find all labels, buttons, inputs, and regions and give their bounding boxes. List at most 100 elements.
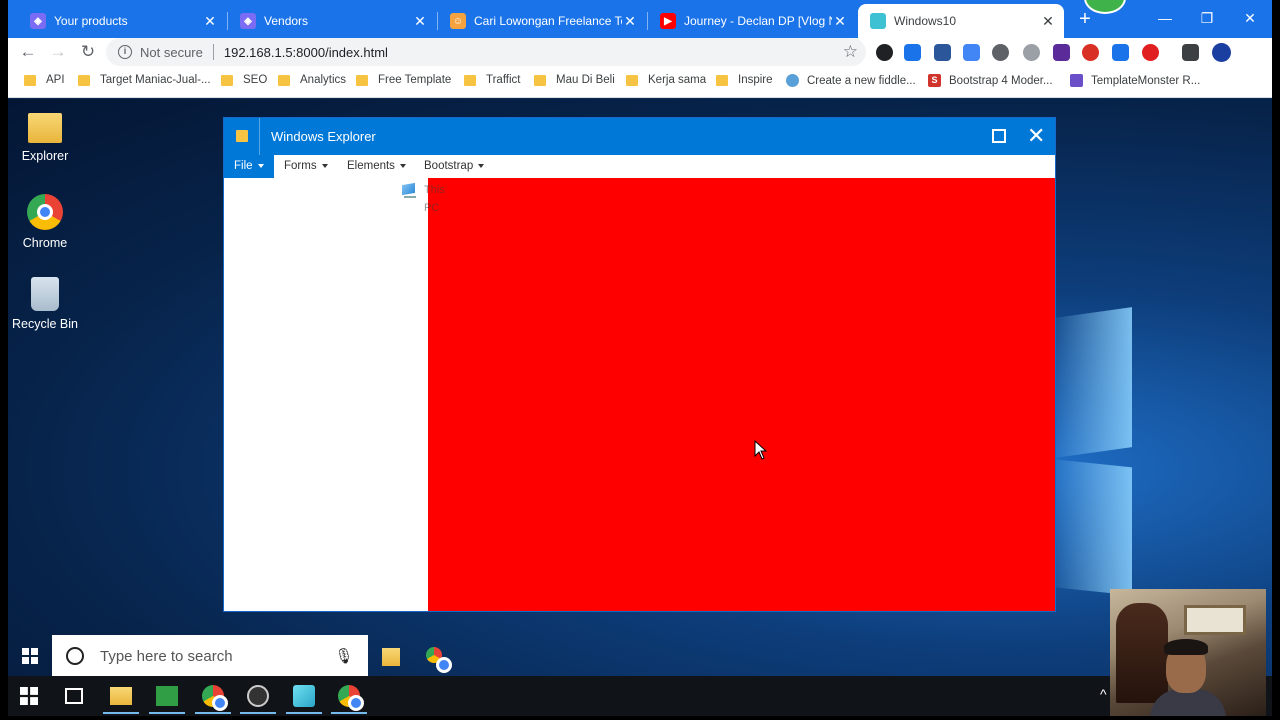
bookmark-folder[interactable]: Traffict: [464, 74, 521, 86]
menu-elements[interactable]: Elements: [337, 155, 416, 178]
extension-opera-icon[interactable]: [1142, 44, 1159, 61]
tab-your-products[interactable]: ◈ Your products ✕: [18, 4, 226, 38]
chrome-icon[interactable]: [202, 685, 228, 711]
tab-close-icon[interactable]: ✕: [202, 13, 218, 29]
info-icon[interactable]: i: [118, 45, 132, 59]
tab-freelance[interactable]: ☺ Cari Lowongan Freelance Terbaru ✕: [438, 4, 646, 38]
templatemonster-favicon-icon: [1070, 74, 1083, 87]
tab-close-icon[interactable]: ✕: [412, 13, 428, 29]
taskbar-search-box[interactable]: Type here to search 🎙: [52, 635, 368, 677]
obs-icon[interactable]: [247, 685, 269, 707]
menu-file[interactable]: File: [224, 155, 274, 178]
extension-list-icon[interactable]: [1182, 44, 1199, 61]
explorer-menubar: File Forms Elements Bootstrap: [224, 155, 1055, 178]
bookmark-folder[interactable]: API: [24, 74, 65, 86]
bookmark-folder[interactable]: Free Template: [356, 74, 451, 86]
content-pane: [428, 178, 1055, 611]
recycle-bin-icon: [31, 277, 59, 311]
start-icon[interactable]: [20, 687, 38, 705]
bookmark-site[interactable]: S Bootstrap 4 Moder...: [928, 74, 1053, 87]
close-icon[interactable]: ✕: [1027, 124, 1045, 148]
microphone-icon[interactable]: 🎙: [334, 647, 354, 665]
extension-download-icon[interactable]: [1112, 44, 1129, 61]
tray-chevron-icon[interactable]: ^: [1100, 686, 1107, 702]
notepad-icon[interactable]: [156, 686, 178, 706]
extension-no-icon[interactable]: [1082, 44, 1099, 61]
tab-vendors[interactable]: ◈ Vendors ✕: [228, 4, 436, 38]
tab-close-icon[interactable]: ✕: [622, 13, 638, 29]
computer-stand: [404, 196, 416, 198]
address-bar[interactable]: i Not secure 192.168.1.5:8000/index.html…: [106, 38, 866, 66]
bookmark-label: Free Template: [378, 74, 452, 86]
chrome-icon[interactable]: [338, 685, 364, 711]
chrome-icon[interactable]: [426, 647, 452, 673]
menu-label: Forms: [284, 160, 317, 172]
extension-cube-icon[interactable]: [1053, 44, 1070, 61]
extension-translate-icon[interactable]: [963, 44, 980, 61]
tab-windows10[interactable]: Windows10 ✕: [858, 4, 1064, 38]
extension-new-icon[interactable]: [904, 44, 921, 61]
file-explorer-icon[interactable]: [110, 687, 132, 705]
youtube-favicon-icon: ▶: [660, 13, 676, 29]
folder-icon: [356, 74, 368, 86]
menu-forms[interactable]: Forms: [274, 155, 338, 178]
omnibox-separator: [212, 44, 214, 60]
desktop-icon-explorer[interactable]: Explorer: [8, 113, 83, 163]
desktop-icon-label: Recycle Bin: [12, 317, 78, 331]
bookmark-site[interactable]: Create a new fiddle...: [786, 74, 916, 87]
running-indicator: [103, 712, 139, 714]
minimize-button[interactable]: —: [1154, 8, 1176, 28]
file-explorer-icon[interactable]: [382, 648, 400, 666]
bookmark-folder[interactable]: Target Maniac-Jual-...: [78, 74, 211, 86]
close-window-button[interactable]: ✕: [1239, 8, 1261, 28]
profile-avatar-icon[interactable]: [1212, 43, 1231, 62]
menu-bootstrap[interactable]: Bootstrap: [414, 155, 494, 178]
tab-youtube[interactable]: ▶ Journey - Declan DP [Vlog No Copyright…: [648, 4, 856, 38]
desktop-icon-recycle-bin[interactable]: Recycle Bin: [8, 277, 83, 331]
maximize-icon[interactable]: [992, 129, 1006, 143]
tab-title: Your products: [54, 14, 128, 28]
back-button[interactable]: ←: [18, 42, 38, 62]
bookmark-folder[interactable]: Mau Di Beli: [534, 74, 615, 86]
menu-label: Elements: [347, 160, 395, 172]
app-cube-icon[interactable]: [293, 685, 315, 707]
desktop-icon-chrome[interactable]: Chrome: [8, 194, 83, 250]
mouse-cursor-icon: [754, 440, 768, 460]
extension-bolt-icon[interactable]: [1023, 44, 1040, 61]
bookmark-folder[interactable]: Kerja sama: [626, 74, 706, 86]
explorer-window: Windows Explorer ✕ File Forms Elements B…: [224, 118, 1055, 611]
folder-icon: [716, 74, 728, 86]
security-label: Not secure: [140, 44, 203, 60]
running-indicator: [195, 712, 231, 714]
bookmark-label: Mau Di Beli: [556, 74, 615, 86]
bookmark-star-icon[interactable]: ☆: [843, 42, 858, 62]
webcam-person-hair: [1164, 639, 1208, 655]
reload-button[interactable]: ↻: [78, 42, 98, 62]
bookmark-label: TemplateMonster R...: [1091, 74, 1201, 87]
bookmark-folder[interactable]: Inspire: [716, 74, 773, 86]
windows-start-icon[interactable]: [22, 648, 38, 664]
tab-close-icon[interactable]: ✕: [1040, 13, 1056, 29]
windows-taskbar: ^: [8, 676, 1272, 716]
search-placeholder[interactable]: Type here to search: [100, 648, 334, 665]
bookmark-folder[interactable]: Analytics: [278, 74, 346, 86]
explorer-titlebar[interactable]: Windows Explorer ✕: [224, 118, 1055, 155]
task-view-icon[interactable]: [65, 688, 83, 704]
url-text[interactable]: 192.168.1.5:8000/index.html: [224, 45, 388, 60]
freelance-favicon-icon: ☺: [450, 13, 466, 29]
cloud-favicon-icon: [786, 74, 799, 87]
tab-close-icon[interactable]: ✕: [832, 13, 848, 29]
bookmark-site[interactable]: TemplateMonster R...: [1070, 74, 1200, 87]
forward-button[interactable]: →: [48, 42, 68, 62]
caret-down-icon: [321, 163, 328, 168]
extension-printer-icon[interactable]: [934, 44, 951, 61]
new-tab-button[interactable]: +: [1076, 9, 1094, 29]
extension-1-icon[interactable]: [876, 44, 893, 61]
shield-favicon-icon: ◈: [240, 13, 256, 29]
bookmark-folder[interactable]: SEO: [221, 74, 267, 86]
navigation-pane: [224, 178, 428, 611]
restore-button[interactable]: ❐: [1196, 8, 1218, 28]
nav-item-label: This PC: [424, 184, 445, 214]
bookmark-label: Traffict: [486, 74, 521, 86]
extension-recycle-icon[interactable]: [992, 44, 1009, 61]
